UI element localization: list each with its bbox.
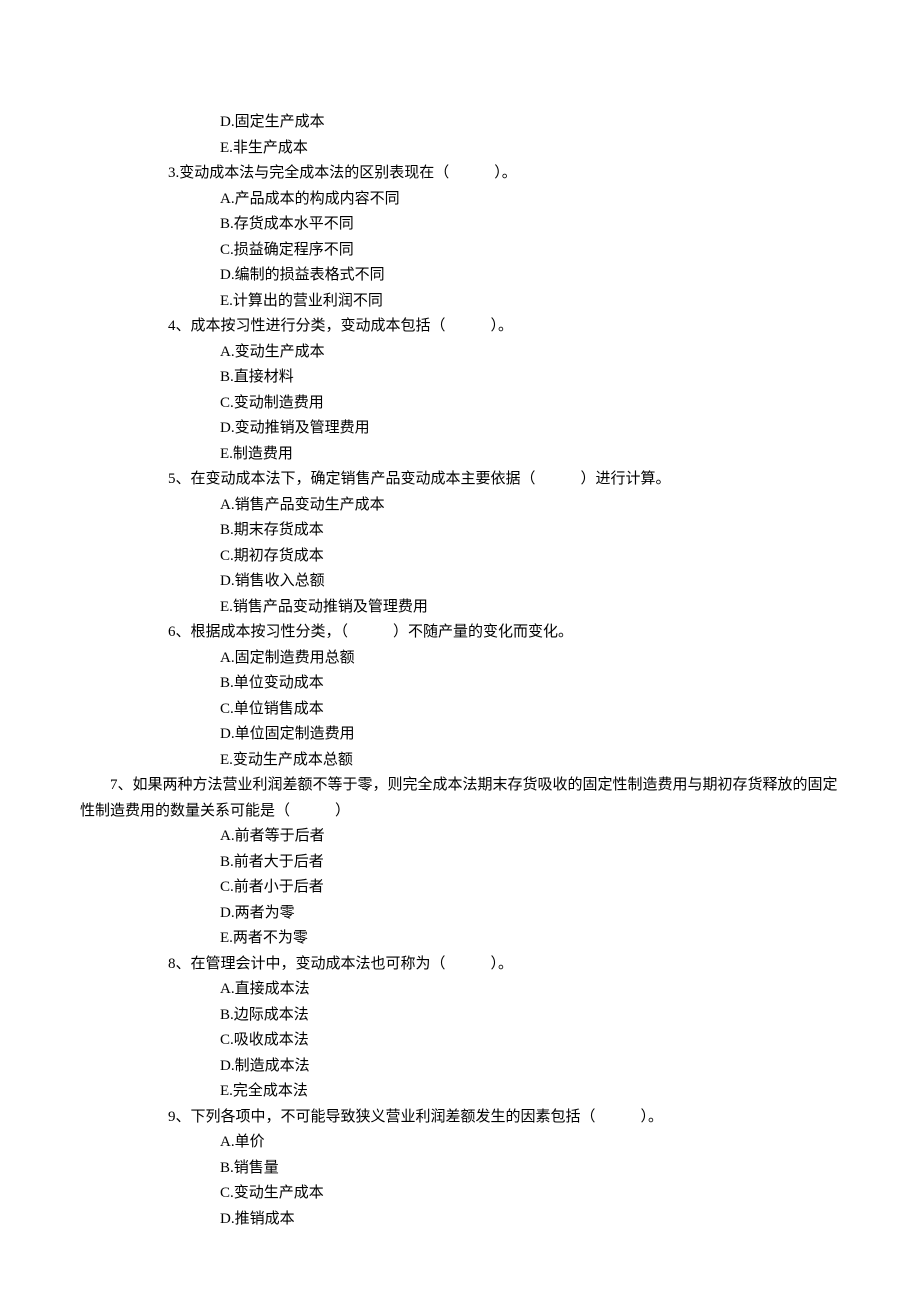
question-stem: 6、根据成本按习性分类，（ ）不随产量的变化而变化。 (80, 620, 840, 646)
answer-option: E.变动生产成本总额 (80, 748, 840, 774)
orphan-option: D.固定生产成本 (80, 110, 840, 136)
orphan-option: E.非生产成本 (80, 136, 840, 162)
answer-option: A.单价 (80, 1130, 840, 1156)
answer-option: B.边际成本法 (80, 1003, 840, 1029)
answer-option: D.制造成本法 (80, 1054, 840, 1080)
answer-option: A.变动生产成本 (80, 340, 840, 366)
answer-option: C.单位销售成本 (80, 697, 840, 723)
answer-option: C.吸收成本法 (80, 1028, 840, 1054)
answer-option: A.前者等于后者 (80, 824, 840, 850)
answer-option: A.销售产品变动生产成本 (80, 493, 840, 519)
answer-option: B.销售量 (80, 1156, 840, 1182)
answer-option: A.固定制造费用总额 (80, 646, 840, 672)
question-stem: 8、在管理会计中，变动成本法也可称为（ ）。 (80, 952, 840, 978)
question-stem: 3.变动成本法与完全成本法的区别表现在（ ）。 (80, 161, 840, 187)
question-stem: 4、成本按习性进行分类，变动成本包括（ ）。 (80, 314, 840, 340)
answer-option: E.完全成本法 (80, 1079, 840, 1105)
answer-option: E.计算出的营业利润不同 (80, 289, 840, 315)
question-stem: 5、在变动成本法下，确定销售产品变动成本主要依据（ ）进行计算。 (80, 467, 840, 493)
answer-option: E.两者不为零 (80, 926, 840, 952)
answer-option: C.期初存货成本 (80, 544, 840, 570)
answer-option: B.存货成本水平不同 (80, 212, 840, 238)
answer-option: D.推销成本 (80, 1207, 840, 1233)
answer-option: A.直接成本法 (80, 977, 840, 1003)
answer-option: D.两者为零 (80, 901, 840, 927)
answer-option: E.制造费用 (80, 442, 840, 468)
answer-option: D.编制的损益表格式不同 (80, 263, 840, 289)
question-stem: 9、下列各项中，不可能导致狭义营业利润差额发生的因素包括（ ）。 (80, 1105, 840, 1131)
answer-option: B.直接材料 (80, 365, 840, 391)
answer-option: D.变动推销及管理费用 (80, 416, 840, 442)
answer-option: E.销售产品变动推销及管理费用 (80, 595, 840, 621)
answer-option: D.单位固定制造费用 (80, 722, 840, 748)
answer-option: B.单位变动成本 (80, 671, 840, 697)
answer-option: B.期末存货成本 (80, 518, 840, 544)
question-stem: 7、如果两种方法营业利润差额不等于零，则完全成本法期末存货吸收的固定性制造费用与… (80, 773, 840, 824)
answer-option: C.变动生产成本 (80, 1181, 840, 1207)
answer-option: A.产品成本的构成内容不同 (80, 187, 840, 213)
answer-option: D.销售收入总额 (80, 569, 840, 595)
answer-option: B.前者大于后者 (80, 850, 840, 876)
answer-option: C.前者小于后者 (80, 875, 840, 901)
answer-option: C.变动制造费用 (80, 391, 840, 417)
answer-option: C.损益确定程序不同 (80, 238, 840, 264)
